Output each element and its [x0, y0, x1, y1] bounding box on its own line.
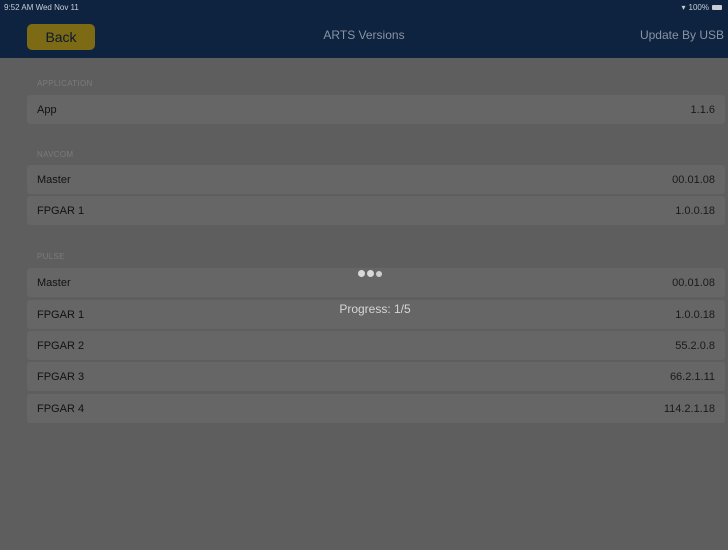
row-value: 66.2.1.11 — [669, 370, 715, 383]
row-label: FPGAR 4 — [37, 402, 85, 415]
list-item: FPGAR 3 66.2.1.11 — [27, 362, 725, 391]
section-header-pulse: PULSE — [37, 252, 65, 261]
section-header-application: APPLICATION — [37, 79, 93, 88]
status-right: ▾ 100% — [682, 3, 722, 12]
page-title: ARTS Versions — [323, 28, 405, 42]
list-item: FPGAR 1 1.0.0.18 — [27, 196, 725, 225]
status-time-date: 9:52 AM Wed Nov 11 — [4, 2, 79, 12]
row-value: 1.0.0.18 — [675, 204, 715, 217]
update-by-usb-button[interactable]: Update By USB — [640, 28, 724, 42]
wifi-icon: ▾ — [681, 2, 686, 12]
nav-bar: Back ARTS Versions Update By USB — [0, 14, 728, 58]
loading-spinner-icon — [358, 270, 382, 277]
row-value: 00.01.08 — [672, 276, 715, 289]
list-item: FPGAR 4 114.2.1.18 — [27, 394, 725, 423]
spinner-dot — [367, 270, 374, 277]
progress-text: Progress: 1/5 — [339, 302, 411, 316]
row-label: FPGAR 1 — [37, 204, 85, 217]
spinner-dot — [358, 270, 365, 277]
battery-icon — [712, 4, 722, 10]
row-value: 55.2.0.8 — [675, 339, 715, 352]
row-value: 1.1.6 — [690, 103, 715, 116]
row-label: Master — [37, 173, 71, 186]
row-label: App — [37, 103, 57, 116]
section-header-navcom: NAVCOM — [37, 150, 74, 159]
list-item: Master 00.01.08 — [27, 165, 725, 194]
row-value: 114.2.1.18 — [663, 402, 715, 415]
row-label: FPGAR 2 — [37, 339, 85, 352]
spinner-dot — [376, 270, 382, 277]
status-bar: 9:52 AM Wed Nov 11 ▾ 100% — [0, 0, 728, 14]
list-item: FPGAR 2 55.2.0.8 — [27, 331, 725, 360]
list-item: App 1.1.6 — [27, 95, 725, 124]
row-value: 00.01.08 — [672, 173, 715, 186]
row-label: Master — [37, 276, 71, 289]
row-label: FPGAR 3 — [37, 370, 85, 383]
battery-percent: 100% — [688, 2, 709, 12]
